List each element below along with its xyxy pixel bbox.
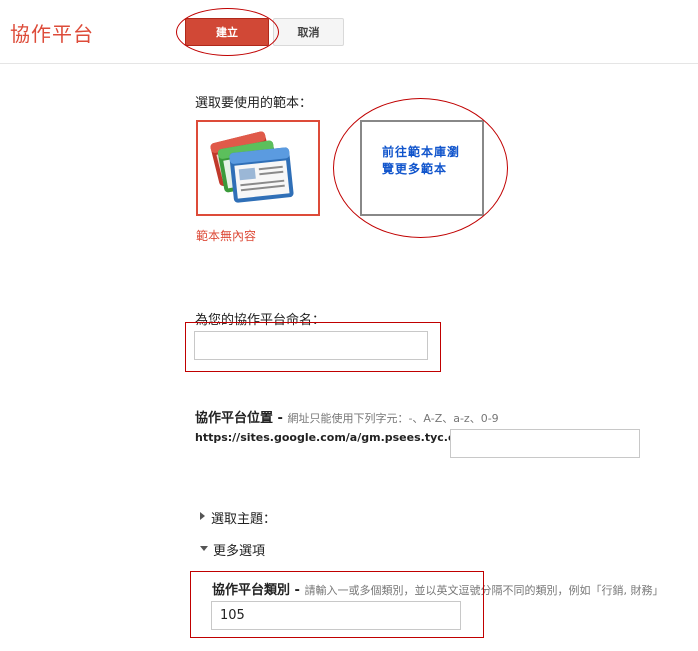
location-label: 協作平台位置 [195, 411, 274, 426]
annotation-oval-create [176, 8, 279, 56]
caret-right-icon [200, 512, 205, 520]
more-options-label: 更多選項 [213, 544, 266, 559]
page-title: 協作平台 [10, 22, 94, 46]
annotation-oval-gallery [333, 98, 508, 238]
annotation-box-category [190, 571, 484, 638]
theme-label: 選取主題： [211, 512, 277, 527]
header-divider [0, 63, 698, 64]
location-row: 協作平台位置 - 網址只能使用下列字元：-、A-Z、a-z、0-9 [195, 407, 499, 426]
location-hint: 網址只能使用下列字元：-、A-Z、a-z、0-9 [287, 412, 499, 425]
annotation-box-site-name [185, 322, 441, 372]
blank-template-label[interactable]: 範本無內容 [196, 227, 256, 244]
site-location-input[interactable] [450, 429, 640, 458]
location-separator: - [273, 411, 288, 426]
caret-down-icon [200, 546, 208, 551]
cancel-button[interactable]: 取消 [273, 18, 344, 46]
blank-template-option[interactable] [196, 120, 320, 216]
template-heading: 選取要使用的範本： [195, 96, 313, 111]
sites-template-icon [210, 131, 294, 203]
